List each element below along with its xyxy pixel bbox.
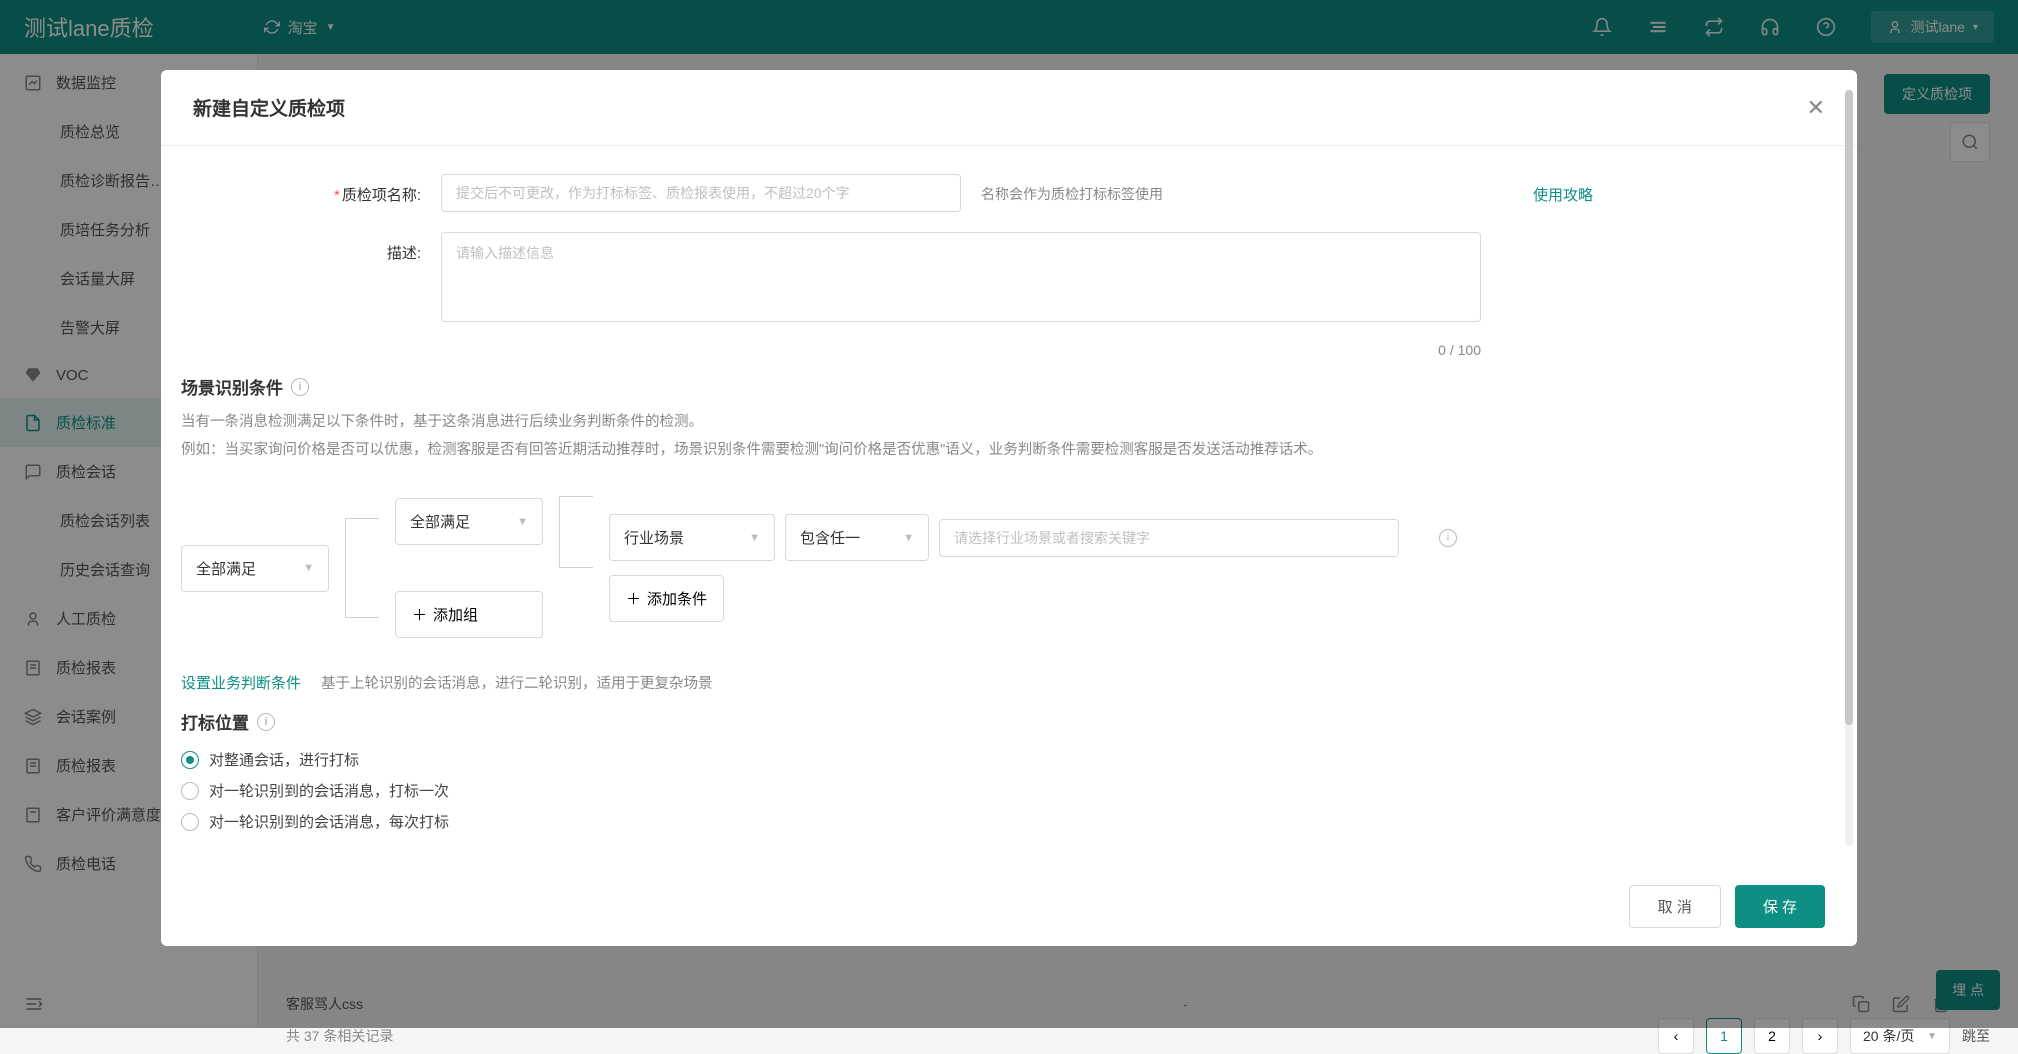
bracket-line (345, 518, 379, 618)
close-button[interactable]: ✕ (1807, 95, 1825, 121)
label-text: 质检项名称: (342, 187, 421, 204)
desc-line-2: 例如：当买家询问价格是否可以优惠，检测客服是否有回答近期活动推荐时，场景识别条件… (181, 437, 1501, 465)
bracket-line (559, 496, 593, 568)
title-text: 场景识别条件 (181, 374, 283, 399)
name-help: 名称会作为质检打标标签使用 (981, 174, 1163, 204)
group-satisfy-select[interactable]: 全部满足 ▼ (395, 498, 543, 545)
add-condition-button[interactable]: ＋ 添加条件 (609, 575, 724, 622)
root-satisfy-select[interactable]: 全部满足 ▼ (181, 545, 329, 592)
contains-select[interactable]: 包含任一 ▼ (785, 514, 929, 561)
desc-input[interactable] (441, 232, 1481, 322)
name-label: *质检项名称: (321, 174, 421, 205)
plus-icon: ＋ (626, 588, 641, 609)
industry-select[interactable]: 行业场景 ▼ (609, 514, 775, 561)
condition-tree: 全部满足 ▼ 全部满足 ▼ ＋ 添加组 行业场景 ▼ 包含任一 ▼ i ＋ 添加条件 (181, 496, 1813, 640)
radio-label: 对整通会话，进行打标 (209, 749, 359, 770)
radio-once[interactable]: 对一轮识别到的会话消息，打标一次 (181, 775, 1813, 806)
radio-icon (181, 813, 199, 831)
btn-text: 添加组 (433, 604, 478, 625)
scene-description: 当有一条消息检测满足以下条件时，基于这条消息进行后续业务判断条件的检测。 例如：… (181, 409, 1501, 464)
cancel-button[interactable]: 取 消 (1629, 885, 1721, 928)
select-value: 全部满足 (410, 511, 470, 532)
name-row: *质检项名称: 名称会作为质检打标标签使用 使用攻略 (321, 174, 1813, 212)
modal-title: 新建自定义质检项 (193, 94, 345, 121)
radio-each[interactable]: 对一轮识别到的会话消息，每次打标 (181, 806, 1813, 837)
select-value: 全部满足 (196, 558, 256, 579)
modal-footer: 取 消 保 存 (161, 867, 1857, 946)
scrollbar-thumb[interactable] (1845, 90, 1853, 725)
chevron-down-icon: ▼ (903, 532, 914, 544)
desc-label: 描述: (321, 232, 421, 263)
scene-section: 场景识别条件 i 当有一条消息检测满足以下条件时，基于这条消息进行后续业务判断条… (181, 374, 1813, 464)
info-icon[interactable]: i (1439, 529, 1457, 547)
desc-row: 描述: (321, 232, 1813, 322)
modal-body: *质检项名称: 名称会作为质检打标标签使用 使用攻略 描述: 0 / 100 场… (161, 146, 1857, 867)
modal-overlay[interactable]: 新建自定义质检项 ✕ *质检项名称: 名称会作为质检打标标签使用 使用攻略 描述… (0, 0, 2018, 1028)
radio-icon (181, 751, 199, 769)
group-column: 全部满足 ▼ ＋ 添加组 (395, 498, 543, 638)
biz-condition-row: 设置业务判断条件 基于上轮识别的会话消息，进行二轮识别，适用于更复杂场景 (181, 672, 1813, 693)
info-icon[interactable]: i (257, 713, 275, 731)
scene-title: 场景识别条件 i (181, 374, 1813, 399)
mark-radio-group: 对整通会话，进行打标 对一轮识别到的会话消息，打标一次 对一轮识别到的会话消息，… (181, 744, 1813, 837)
radio-icon (181, 782, 199, 800)
leaf-column: 行业场景 ▼ 包含任一 ▼ i ＋ 添加条件 (609, 514, 1457, 622)
chevron-down-icon: ▼ (303, 562, 314, 574)
records-count: 共 37 条相关记录 (286, 1026, 393, 1046)
mark-title: 打标位置 i (181, 709, 1813, 734)
info-icon[interactable]: i (291, 378, 309, 396)
radio-whole-session[interactable]: 对整通会话，进行打标 (181, 744, 1813, 775)
select-value: 行业场景 (624, 527, 684, 548)
plus-icon: ＋ (412, 604, 427, 625)
chevron-down-icon: ▼ (749, 532, 760, 544)
condition-leaf: 行业场景 ▼ 包含任一 ▼ i (609, 514, 1457, 561)
radio-label: 对一轮识别到的会话消息，打标一次 (209, 780, 449, 801)
title-text: 打标位置 (181, 709, 249, 734)
page-size-label: 20 条/页 (1863, 1026, 1914, 1046)
radio-label: 对一轮识别到的会话消息，每次打标 (209, 811, 449, 832)
btn-text: 添加条件 (647, 588, 707, 609)
modal-scrollbar[interactable] (1845, 90, 1853, 846)
guide-link[interactable]: 使用攻略 (1533, 174, 1593, 205)
scene-keyword-input[interactable] (939, 519, 1399, 557)
biz-condition-desc: 基于上轮识别的会话消息，进行二轮识别，适用于更复杂场景 (321, 672, 713, 693)
chevron-down-icon: ▼ (517, 516, 528, 528)
desc-line-1: 当有一条消息检测满足以下条件时，基于这条消息进行后续业务判断条件的检测。 (181, 409, 1501, 437)
select-value: 包含任一 (800, 527, 860, 548)
mark-section: 打标位置 i 对整通会话，进行打标 对一轮识别到的会话消息，打标一次 对一轮识别… (181, 709, 1813, 837)
create-item-modal: 新建自定义质检项 ✕ *质检项名称: 名称会作为质检打标标签使用 使用攻略 描述… (161, 70, 1857, 946)
name-input[interactable] (441, 174, 961, 212)
desc-counter: 0 / 100 (441, 342, 1481, 358)
set-biz-condition-link[interactable]: 设置业务判断条件 (181, 672, 301, 693)
jump-label: 跳至 (1962, 1026, 1990, 1046)
modal-header: 新建自定义质检项 ✕ (161, 70, 1857, 146)
add-group-button[interactable]: ＋ 添加组 (395, 591, 543, 638)
save-button[interactable]: 保 存 (1735, 885, 1825, 928)
